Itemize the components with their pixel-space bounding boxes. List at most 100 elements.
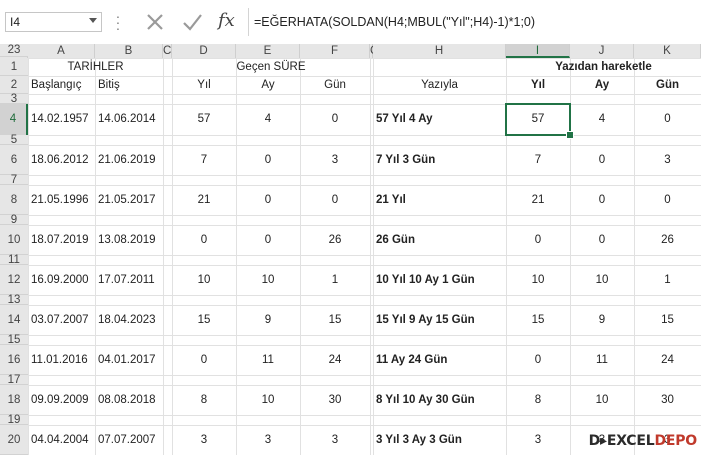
row-header-6[interactable]: 6 — [0, 145, 28, 175]
column-header-k[interactable]: K — [634, 44, 701, 58]
header-yil-text[interactable]: Yıl — [506, 76, 570, 94]
days-from-text-cell[interactable]: 3 — [634, 145, 701, 175]
header-ay-text[interactable]: Ay — [570, 76, 634, 94]
start-date-cell[interactable]: 18.07.2019 — [28, 225, 95, 255]
years-from-text-cell[interactable]: 7 — [506, 145, 570, 175]
years-from-text-cell[interactable]: 10 — [506, 265, 570, 295]
header-gecen-sure[interactable]: Geçen SÜRE — [172, 58, 370, 76]
column-header-c[interactable]: C — [163, 44, 172, 58]
row-header-19[interactable]: 19 — [0, 414, 28, 426]
row-header-12[interactable]: 12 — [0, 265, 28, 295]
row-header-8[interactable]: 8 — [0, 185, 28, 215]
start-date-cell[interactable]: 03.07.2007 — [28, 305, 95, 335]
start-date-cell[interactable]: 14.02.1957 — [28, 104, 95, 135]
column-header-d[interactable]: D — [172, 44, 236, 58]
years-from-text-cell[interactable]: 3 — [506, 425, 570, 455]
months-cell[interactable]: 10 — [236, 385, 300, 415]
duration-text-cell[interactable]: 26 Gün — [373, 225, 506, 255]
days-from-text-cell[interactable]: 24 — [634, 345, 701, 375]
years-from-text-cell[interactable]: 8 — [506, 385, 570, 415]
chevron-down-icon[interactable] — [89, 18, 97, 23]
duration-text-cell[interactable]: 57 Yıl 4 Ay — [373, 104, 506, 135]
years-cell[interactable]: 8 — [172, 385, 236, 415]
row-header-15[interactable]: 15 — [0, 334, 28, 346]
months-cell[interactable]: 10 — [236, 265, 300, 295]
start-date-cell[interactable]: 21.05.1996 — [28, 185, 95, 215]
row-header-17[interactable]: 17 — [0, 374, 28, 386]
days-from-text-cell[interactable]: 30 — [634, 385, 701, 415]
header-ay[interactable]: Ay — [236, 76, 300, 94]
end-date-cell[interactable]: 04.01.2017 — [95, 345, 163, 375]
months-from-text-cell[interactable]: 10 — [570, 385, 634, 415]
years-from-text-cell[interactable]: 0 — [506, 225, 570, 255]
months-cell[interactable]: 11 — [236, 345, 300, 375]
row-header-4[interactable]: 4 — [0, 104, 28, 135]
row-header-7[interactable]: 7 — [0, 174, 28, 186]
name-box[interactable]: I4 — [5, 12, 102, 32]
months-from-text-cell[interactable]: 0 — [570, 145, 634, 175]
row-header-3[interactable]: 3 — [0, 93, 28, 105]
start-date-cell[interactable]: 11.01.2016 — [28, 345, 95, 375]
fx-icon[interactable]: fx — [218, 10, 235, 31]
end-date-cell[interactable]: 21.05.2017 — [95, 185, 163, 215]
end-date-cell[interactable]: 17.07.2011 — [95, 265, 163, 295]
checkmark-icon[interactable] — [180, 10, 204, 34]
years-from-text-cell[interactable]: 15 — [506, 305, 570, 335]
years-cell[interactable]: 0 — [172, 225, 236, 255]
months-from-text-cell[interactable]: 4 — [570, 104, 634, 135]
row-header-9[interactable]: 9 — [0, 214, 28, 226]
years-from-text-cell[interactable]: 21 — [506, 185, 570, 215]
header-bitis[interactable]: Bitiş — [95, 76, 163, 94]
days-cell[interactable]: 0 — [300, 104, 370, 135]
duration-text-cell[interactable]: 10 Yıl 10 Ay 1 Gün — [373, 265, 506, 295]
end-date-cell[interactable]: 08.08.2018 — [95, 385, 163, 415]
months-from-text-cell[interactable]: 11 — [570, 345, 634, 375]
row-header-5[interactable]: 5 — [0, 134, 28, 146]
days-from-text-cell[interactable]: 0 — [634, 104, 701, 135]
days-cell[interactable]: 3 — [300, 425, 370, 455]
months-from-text-cell[interactable]: 9 — [570, 305, 634, 335]
fill-handle[interactable] — [566, 131, 574, 139]
months-cell[interactable]: 9 — [236, 305, 300, 335]
months-from-text-cell[interactable]: 0 — [570, 185, 634, 215]
years-cell[interactable]: 10 — [172, 265, 236, 295]
row-header-13[interactable]: 13 — [0, 294, 28, 306]
years-cell[interactable]: 57 — [172, 104, 236, 135]
months-cell[interactable]: 4 — [236, 104, 300, 135]
cancel-x-icon[interactable] — [143, 10, 167, 34]
row-header-1[interactable]: 1 — [0, 58, 28, 76]
days-cell[interactable]: 3 — [300, 145, 370, 175]
row-header-16[interactable]: 16 — [0, 345, 28, 375]
column-header-i[interactable]: I — [506, 44, 570, 58]
column-header-f[interactable]: F — [300, 44, 370, 58]
months-cell[interactable]: 0 — [236, 185, 300, 215]
duration-text-cell[interactable]: 7 Yıl 3 Gün — [373, 145, 506, 175]
start-date-cell[interactable]: 16.09.2000 — [28, 265, 95, 295]
days-from-text-cell[interactable]: 0 — [634, 185, 701, 215]
days-cell[interactable]: 15 — [300, 305, 370, 335]
start-date-cell[interactable]: 09.09.2009 — [28, 385, 95, 415]
years-cell[interactable]: 3 — [172, 425, 236, 455]
years-cell[interactable]: 7 — [172, 145, 236, 175]
days-cell[interactable]: 0 — [300, 185, 370, 215]
months-cell[interactable]: 3 — [236, 425, 300, 455]
years-cell[interactable]: 15 — [172, 305, 236, 335]
column-header-a[interactable]: A — [28, 44, 95, 58]
row-header-23[interactable]: 23 — [0, 44, 28, 57]
column-header-h[interactable]: H — [373, 44, 506, 58]
formula-input[interactable]: =EĞERHATA(SOLDAN(H4;MBUL("Yıl";H4)-1)*1;… — [248, 8, 700, 36]
months-from-text-cell[interactable]: 0 — [570, 225, 634, 255]
days-cell[interactable]: 24 — [300, 345, 370, 375]
start-date-cell[interactable]: 04.04.2004 — [28, 425, 95, 455]
months-cell[interactable]: 0 — [236, 225, 300, 255]
row-header-10[interactable]: 10 — [0, 225, 28, 255]
header-gun-text[interactable]: Gün — [634, 76, 701, 94]
end-date-cell[interactable]: 21.06.2019 — [95, 145, 163, 175]
days-cell[interactable]: 1 — [300, 265, 370, 295]
header-yazidan-hareketle[interactable]: Yazıdan hareketle — [506, 58, 701, 76]
years-from-text-cell[interactable]: 0 — [506, 345, 570, 375]
months-cell[interactable]: 0 — [236, 145, 300, 175]
days-from-text-cell[interactable]: 15 — [634, 305, 701, 335]
duration-text-cell[interactable]: 3 Yıl 3 Ay 3 Gün — [373, 425, 506, 455]
end-date-cell[interactable]: 07.07.2007 — [95, 425, 163, 455]
